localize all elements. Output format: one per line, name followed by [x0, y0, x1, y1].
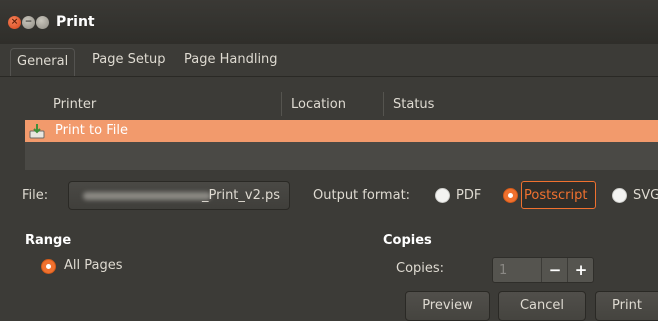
copies-label: Copies: — [396, 261, 445, 276]
file-path-redacted — [83, 192, 211, 200]
minimize-window-button[interactable]: − — [22, 16, 35, 29]
file-chooser-button[interactable]: _Print_v2.ps — [68, 181, 290, 210]
range-heading: Range — [25, 233, 72, 248]
minimize-icon: − — [24, 17, 33, 27]
printer-row-print-to-file[interactable]: Print to File — [25, 120, 658, 142]
tab-general[interactable]: General — [10, 48, 76, 76]
printer-list: Printer Location Status Print to File — [25, 88, 658, 170]
tab-page-handling[interactable]: Page Handling — [184, 52, 278, 67]
copies-input[interactable]: 1 — [499, 263, 507, 278]
column-header-printer[interactable]: Printer — [53, 97, 96, 112]
all-pages-radio[interactable] — [41, 259, 56, 274]
column-header-status[interactable]: Status — [393, 97, 434, 112]
postscript-label[interactable]: Postscript — [524, 188, 587, 203]
postscript-radio[interactable] — [503, 188, 518, 203]
output-format-label: Output format: — [313, 188, 411, 203]
pdf-label[interactable]: PDF — [456, 188, 481, 203]
column-separator — [281, 92, 282, 116]
decrement-copies-button[interactable]: − — [541, 258, 568, 282]
window-title: Print — [56, 14, 95, 30]
column-header-location[interactable]: Location — [291, 97, 346, 112]
close-window-button[interactable]: × — [8, 16, 21, 29]
printer-name: Print to File — [55, 123, 128, 138]
file-label: File: — [22, 188, 49, 203]
tab-page-setup[interactable]: Page Setup — [92, 52, 165, 67]
cancel-button[interactable]: Cancel — [498, 291, 586, 321]
printer-list-header: Printer Location Status — [25, 88, 658, 121]
column-separator — [383, 92, 384, 116]
copies-heading: Copies — [383, 233, 432, 248]
increment-copies-button[interactable]: + — [567, 258, 594, 282]
file-name: _Print_v2.ps — [202, 188, 281, 203]
svg-label[interactable]: SVG — [633, 188, 658, 203]
copies-spinner[interactable]: 1 − + — [492, 257, 594, 283]
pdf-radio[interactable] — [435, 188, 450, 203]
close-icon: × — [10, 17, 19, 27]
title-bar: × − Print — [0, 0, 658, 44]
preview-button[interactable]: Preview — [405, 291, 490, 321]
all-pages-label[interactable]: All Pages — [64, 258, 123, 273]
tab-bar: General Page Setup Page Handling — [0, 44, 658, 77]
maximize-window-button[interactable] — [36, 16, 49, 29]
print-to-file-icon — [29, 124, 45, 139]
print-button[interactable]: Print — [595, 291, 658, 321]
svg-radio[interactable] — [612, 188, 627, 203]
